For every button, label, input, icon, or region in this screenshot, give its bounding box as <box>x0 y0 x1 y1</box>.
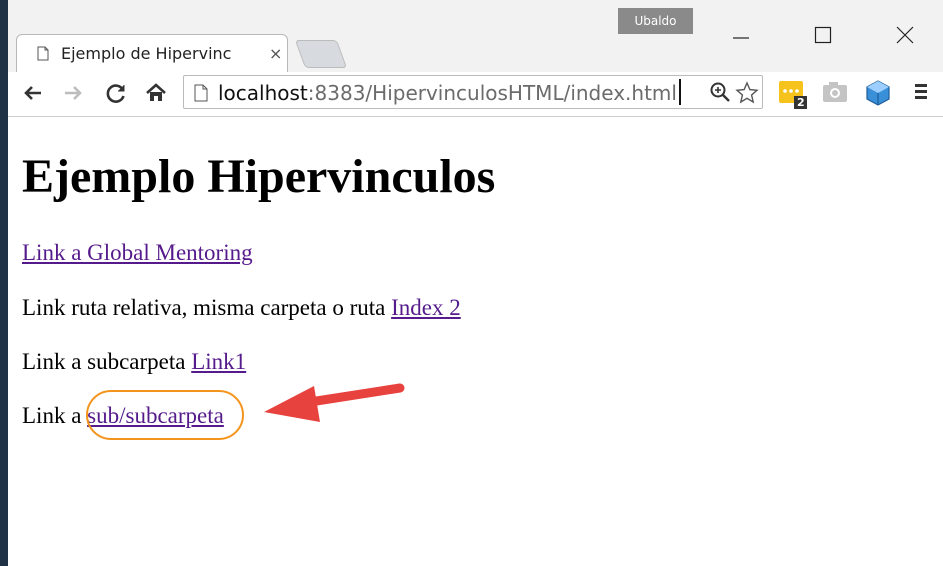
profile-badge[interactable]: Ubaldo <box>618 8 693 34</box>
page-content: Ejemplo Hipervinculos Link a Global Ment… <box>8 117 943 566</box>
paragraph-1: Link a Global Mentoring <box>22 241 253 264</box>
home-icon[interactable] <box>143 80 169 106</box>
document-icon <box>194 84 208 102</box>
link-index-2[interactable]: Index 2 <box>391 295 461 320</box>
title-bar: Ubaldo Ejemplo de Hipervinc × <box>8 0 943 72</box>
minimize-icon[interactable] <box>721 20 761 50</box>
camera-icon[interactable] <box>821 79 849 105</box>
zoom-icon[interactable] <box>709 81 731 103</box>
text-cursor <box>679 79 681 105</box>
cube-icon[interactable] <box>864 79 892 107</box>
extension-badge: 2 <box>797 96 805 109</box>
url-host: localhost <box>218 81 308 105</box>
back-icon[interactable] <box>20 80 46 106</box>
page-title: Ejemplo Hipervinculos <box>22 150 496 203</box>
link-link1[interactable]: Link1 <box>191 349 246 374</box>
link-global-mentoring[interactable]: Link a Global Mentoring <box>22 240 253 265</box>
browser-window: Ubaldo Ejemplo de Hipervinc × localhost:… <box>8 0 943 566</box>
paragraph-3-text: Link a subcarpeta <box>22 349 192 374</box>
paragraph-3: Link a subcarpeta Link1 <box>22 350 246 373</box>
toolbar: localhost:8383/HipervinculosHTML/index.h… <box>8 72 943 117</box>
arrow-icon <box>264 383 405 422</box>
window-close-icon[interactable] <box>885 20 925 50</box>
document-icon <box>37 46 49 61</box>
url-path: :8383/HipervinculosHTML/index.html <box>307 81 677 105</box>
reload-icon[interactable] <box>103 80 129 106</box>
highlight-circle <box>86 390 244 440</box>
tab-active[interactable]: Ejemplo de Hipervinc × <box>16 34 288 72</box>
star-icon[interactable] <box>735 81 759 105</box>
forward-icon[interactable] <box>60 80 86 106</box>
new-tab-button[interactable] <box>294 40 348 68</box>
address-bar[interactable]: localhost:8383/HipervinculosHTML/index.h… <box>183 75 763 109</box>
menu-icon[interactable] <box>911 79 931 105</box>
tab-title: Ejemplo de Hipervinc <box>61 44 232 63</box>
paragraph-2: Link ruta relativa, misma carpeta o ruta… <box>22 296 461 319</box>
maximize-icon[interactable] <box>803 20 843 50</box>
paragraph-2-text: Link ruta relativa, misma carpeta o ruta <box>22 295 392 320</box>
close-icon[interactable]: × <box>269 44 282 63</box>
url-text: localhost:8383/HipervinculosHTML/index.h… <box>218 81 677 105</box>
paragraph-4-text: Link a <box>22 403 88 428</box>
